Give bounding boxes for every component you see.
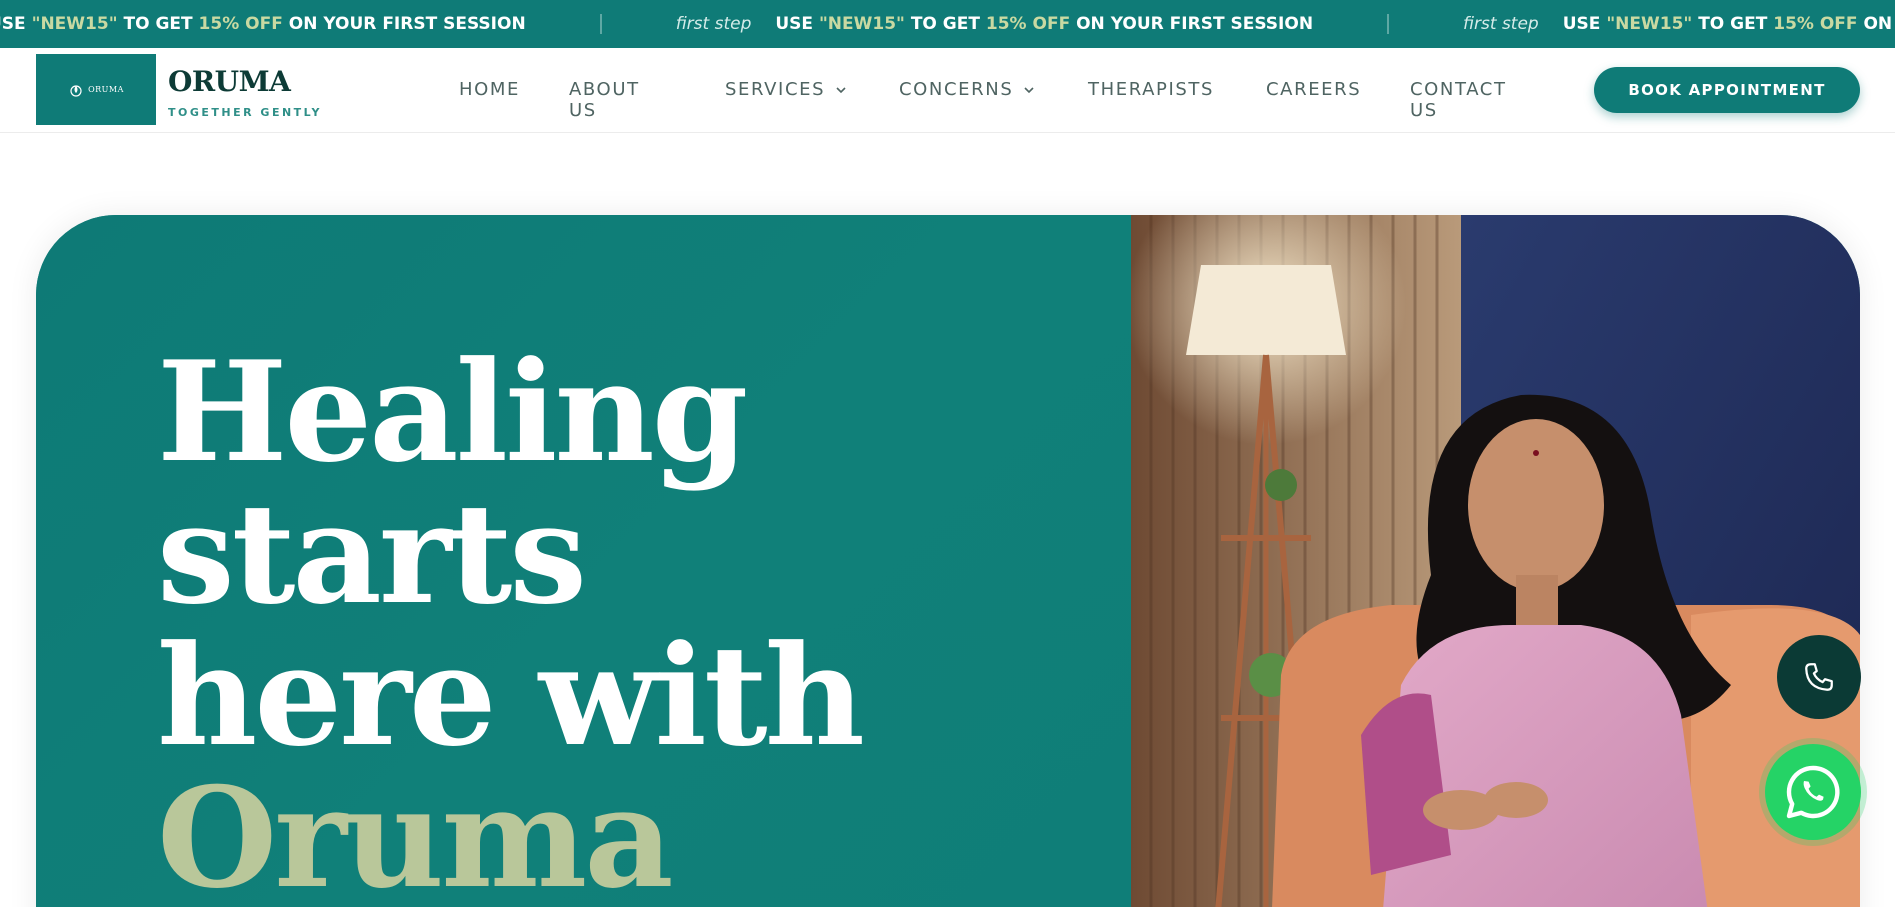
nav-therapists[interactable]: THERAPISTS — [1088, 79, 1214, 100]
ticker-track: USE "NEW15" TO GET 15% OFF ON YOUR FIRST… — [0, 0, 1895, 48]
nav-home[interactable]: HOME — [459, 79, 520, 100]
ticker-text: USE — [1562, 14, 1607, 34]
brand-tagline: TOGETHER GENTLY — [168, 106, 322, 119]
ticker-message: USE "NEW15" TO GET 15% OFF ON YOUR FIRST… — [0, 14, 526, 34]
therapist-photo-illustration — [1131, 215, 1860, 907]
nav-label: HOME — [459, 79, 521, 100]
logo-mini-text: ORUMA — [88, 85, 124, 94]
logo-link[interactable]: ORUMA — [36, 54, 156, 125]
hero-heading-brand: Oruma — [157, 756, 674, 907]
ticker-step-label: first step — [675, 14, 752, 34]
nav-about-us[interactable]: ABOUT US — [569, 79, 640, 121]
therapist-photo — [1131, 215, 1860, 907]
ticker-item: first step USE "NEW15" TO GET 15% OFF ON… — [1463, 14, 1895, 34]
chevron-down-icon — [1024, 86, 1034, 93]
chevron-down-icon — [836, 86, 846, 93]
nav-careers[interactable]: CAREERS — [1266, 79, 1361, 100]
discount-text: 15% OFF — [1773, 14, 1858, 34]
discount-text: 15% OFF — [198, 14, 283, 34]
hero-heading-line: Healing — [157, 330, 748, 493]
nav-label: THERAPISTS — [1088, 79, 1215, 100]
promo-code: "NEW15" — [818, 14, 905, 34]
ticker-divider — [599, 14, 602, 34]
whatsapp-button[interactable] — [1765, 744, 1861, 840]
discount-text: 15% OFF — [985, 14, 1071, 34]
phone-icon — [1805, 663, 1833, 691]
ticker-item: first step USE "NEW15" TO GET 15% OFF ON… — [676, 14, 1463, 34]
ticker-text: ON YOUR — [1863, 14, 1895, 34]
ticker-text: ON YOUR FIRST SESSION — [1070, 14, 1314, 34]
nav-label: SERVICES — [725, 79, 826, 100]
ticker-text: USE — [775, 14, 819, 34]
ticker-message: USE "NEW15" TO GET 15% OFF ON YOUR FIRST… — [775, 14, 1313, 34]
whatsapp-icon — [1786, 765, 1840, 819]
ticker-text: TO GET — [904, 14, 986, 34]
ticker-item: USE "NEW15" TO GET 15% OFF ON YOUR FIRST… — [0, 14, 676, 34]
ticker-message: USE "NEW15" TO GET 15% OFF ON YOUR — [1563, 14, 1895, 34]
announcement-ticker: USE "NEW15" TO GET 15% OFF ON YOUR FIRST… — [0, 0, 1895, 48]
ticker-text: TO GET — [117, 14, 199, 34]
ticker-text: TO GET — [1692, 14, 1774, 34]
site-header: ORUMA ORUMA TOGETHER GENTLY HOME ABOUT U… — [0, 48, 1895, 133]
ticker-step-label: first step — [1463, 14, 1539, 34]
nav-label: CONCERNS — [899, 79, 1014, 100]
ticker-text: ON YOUR FIRST SESSION — [282, 14, 526, 34]
promo-code: "NEW15" — [31, 14, 118, 34]
nav-concerns[interactable]: CONCERNS — [899, 79, 1035, 100]
nav-label: CONTACT US — [1410, 79, 1507, 121]
ticker-divider — [1387, 14, 1390, 34]
nav-services[interactable]: SERVICES — [725, 79, 847, 100]
nav-label: ABOUT US — [569, 79, 640, 121]
hero-text-panel: Healing starts here with Oruma — [36, 215, 1131, 907]
hero-heading-line: starts — [157, 472, 587, 635]
call-button[interactable] — [1777, 635, 1861, 719]
hero-heading-line: here with — [157, 614, 865, 777]
ticker-text: USE — [0, 14, 26, 34]
nav-label: CAREERS — [1266, 79, 1362, 100]
lotus-logo-icon — [70, 84, 82, 97]
nav-contact-us[interactable]: CONTACT US — [1410, 79, 1507, 121]
hero-section: Healing starts here with Oruma — [36, 215, 1860, 907]
brand-name[interactable]: ORUMA — [168, 65, 291, 98]
book-appointment-button[interactable]: BOOK APPOINTMENT — [1594, 67, 1860, 113]
promo-code: "NEW15" — [1606, 14, 1693, 34]
